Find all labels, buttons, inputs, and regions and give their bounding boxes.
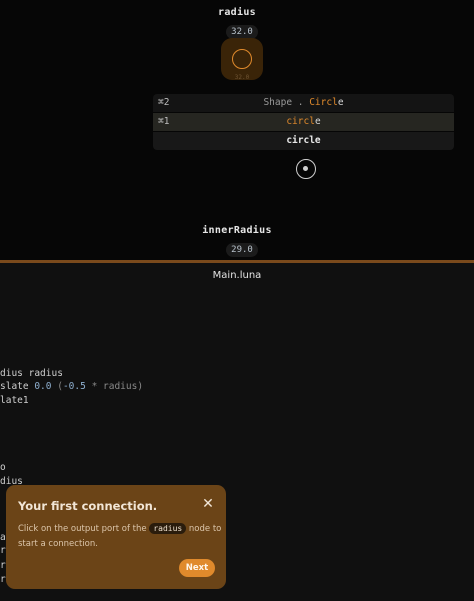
popup-body-text: Click on the output port of the bbox=[18, 524, 150, 534]
searcher-input[interactable]: circle bbox=[153, 132, 454, 150]
circle-shape-icon bbox=[232, 49, 252, 69]
code-text: a bbox=[0, 532, 6, 543]
searcher-result-label: circle bbox=[153, 113, 454, 131]
code-line[interactable]: r bbox=[0, 573, 6, 586]
searcher-result-prefix: Shape . bbox=[263, 97, 310, 108]
node-graph-canvas[interactable]: radius 32.0 32.0 ⌘2 Shape . Circle ⌘1 ci… bbox=[0, 0, 474, 260]
close-icon[interactable]: ✕ bbox=[200, 496, 216, 512]
searcher-result-label: Shape . Circle bbox=[153, 94, 454, 112]
code-number: 0.0 bbox=[34, 381, 52, 392]
code-text: o bbox=[0, 462, 6, 473]
inner-radius-node-title: innerRadius bbox=[202, 225, 272, 236]
popup-code-chip: radius bbox=[149, 523, 187, 534]
code-line[interactable]: r bbox=[0, 559, 6, 572]
code-text: r bbox=[0, 574, 6, 585]
code-text: ( bbox=[51, 381, 63, 392]
code-line[interactable]: r bbox=[0, 544, 6, 557]
searcher-result-rest: e bbox=[314, 116, 321, 127]
code-text: r bbox=[0, 560, 6, 571]
code-line[interactable]: slate 0.0 (-0.5 * radius) bbox=[0, 380, 143, 393]
searcher-result-match: circl bbox=[286, 116, 315, 127]
editor-file-title: Main.luna bbox=[212, 270, 262, 281]
output-port-icon[interactable] bbox=[296, 159, 316, 179]
searcher-result-rest: e bbox=[337, 97, 344, 108]
code-text: late1 bbox=[0, 395, 29, 406]
code-line[interactable]: dius radius bbox=[0, 367, 63, 380]
radius-node-value[interactable]: 32.0 bbox=[226, 25, 258, 39]
node-searcher: ⌘2 Shape . Circle ⌘1 circle circle bbox=[153, 94, 454, 150]
code-text: * radius) bbox=[85, 381, 144, 392]
code-line[interactable]: late1 bbox=[0, 394, 29, 407]
popup-body: Click on the output port of the radius n… bbox=[18, 522, 223, 552]
inner-radius-node-value[interactable]: 29.0 bbox=[226, 243, 258, 257]
popup-title: Your first connection. bbox=[18, 499, 158, 513]
searcher-result-circle[interactable]: ⌘1 circle bbox=[153, 113, 454, 131]
searcher-result-match: Circl bbox=[309, 97, 338, 108]
code-line[interactable]: a bbox=[0, 531, 6, 544]
searcher-result-shape-circle[interactable]: ⌘2 Shape . Circle bbox=[153, 94, 454, 112]
code-text: r bbox=[0, 545, 6, 556]
radius-node-title: radius bbox=[218, 7, 256, 18]
radius-node-sub-value: 32.0 bbox=[234, 74, 250, 81]
onboarding-popup: Your first connection. ✕ Click on the ou… bbox=[6, 485, 226, 589]
code-text: slate bbox=[0, 381, 35, 392]
code-line[interactable]: o bbox=[0, 461, 6, 474]
code-text: dius radius bbox=[0, 368, 63, 379]
next-button[interactable]: Next bbox=[179, 559, 215, 577]
code-number: -0.5 bbox=[62, 381, 86, 392]
